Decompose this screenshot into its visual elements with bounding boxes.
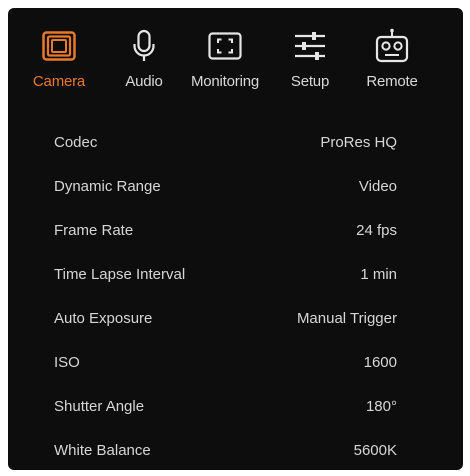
setting-value: 5600K (353, 442, 397, 459)
settings-panel: Camera Audio Monitoring Setup Remote Cod… (8, 8, 463, 470)
tab-bar: Camera Audio Monitoring Setup Remote (8, 28, 463, 108)
setting-row-shutter-angle[interactable]: Shutter Angle 180° (8, 384, 463, 428)
setting-value: 180° (365, 398, 397, 415)
robot-remote-icon (374, 28, 410, 64)
tab-audio-label: Audio (125, 73, 163, 90)
setting-value: Video (358, 178, 397, 195)
setting-label: Codec (54, 134, 98, 151)
monitoring-frame-icon (207, 28, 243, 64)
setting-label: Frame Rate (54, 222, 134, 239)
microphone-icon (126, 28, 162, 64)
setting-label: Auto Exposure (54, 310, 153, 327)
tab-audio[interactable]: Audio (116, 28, 172, 108)
setting-label: White Balance (54, 442, 151, 459)
tab-monitoring-label: Monitoring (190, 73, 260, 90)
tab-camera[interactable]: Camera (28, 28, 90, 108)
settings-list: Codec ProRes HQ Dynamic Range Video Fram… (8, 120, 463, 472)
setting-row-codec[interactable]: Codec ProRes HQ (8, 120, 463, 164)
sliders-icon (292, 28, 328, 64)
setting-value: 1600 (363, 354, 397, 371)
tab-monitoring[interactable]: Monitoring (184, 28, 266, 108)
setting-row-dynamic-range[interactable]: Dynamic Range Video (8, 164, 463, 208)
setting-label: Shutter Angle (54, 398, 145, 415)
setting-value: 24 fps (356, 222, 397, 239)
setting-row-iso[interactable]: ISO 1600 (8, 340, 463, 384)
setting-row-frame-rate[interactable]: Frame Rate 24 fps (8, 208, 463, 252)
tab-setup[interactable]: Setup (282, 28, 338, 108)
setting-row-white-balance[interactable]: White Balance 5600K (8, 428, 463, 472)
setting-value: Manual Trigger (296, 310, 397, 327)
setting-label: Time Lapse Interval (54, 266, 186, 283)
setting-label: Dynamic Range (54, 178, 161, 195)
tab-remote-label: Remote (366, 73, 418, 90)
tab-setup-label: Setup (290, 73, 330, 90)
camera-icon (41, 28, 77, 64)
setting-value: ProRes HQ (320, 134, 397, 151)
setting-row-time-lapse-interval[interactable]: Time Lapse Interval 1 min (8, 252, 463, 296)
tab-remote[interactable]: Remote (361, 28, 423, 108)
setting-label: ISO (54, 354, 80, 371)
tab-camera-label: Camera (32, 73, 86, 90)
setting-row-auto-exposure[interactable]: Auto Exposure Manual Trigger (8, 296, 463, 340)
setting-value: 1 min (360, 266, 397, 283)
